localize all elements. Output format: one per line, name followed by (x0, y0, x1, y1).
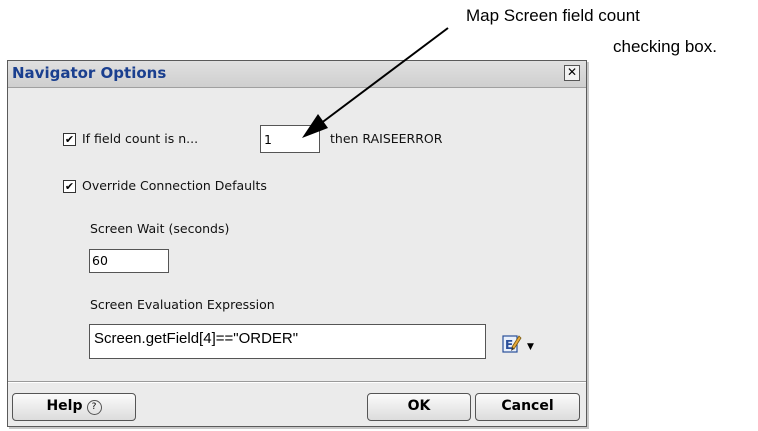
chevron-down-icon[interactable]: ▼ (527, 342, 534, 352)
button-bar-separator (8, 381, 586, 383)
screen-wait-input[interactable]: 60 (89, 249, 169, 273)
edit-expression-icon[interactable]: E (502, 333, 522, 353)
help-button-label: Help (46, 398, 83, 414)
ok-button[interactable]: OK (367, 393, 471, 421)
override-defaults-checkbox[interactable]: ✔ (63, 180, 76, 193)
override-defaults-label: Override Connection Defaults (82, 178, 267, 193)
dialog-title: Navigator Options (12, 64, 167, 82)
screen-eval-input[interactable]: Screen.getField[4]=="ORDER" (89, 324, 486, 359)
navigator-options-dialog: Navigator Options ✕ ✔ If field count is … (7, 60, 587, 427)
cancel-button[interactable]: Cancel (475, 393, 580, 421)
field-count-checkbox[interactable]: ✔ (63, 133, 76, 146)
screen-wait-label: Screen Wait (seconds) (90, 221, 230, 236)
close-button[interactable]: ✕ (564, 65, 580, 81)
then-raiseerror-label: then RAISEERROR (330, 131, 443, 146)
callout-line-1: Map Screen field count (466, 6, 640, 25)
field-count-label: If field count is n... (82, 131, 199, 146)
callout-line-2: checking box. (613, 37, 717, 56)
screen-eval-label: Screen Evaluation Expression (90, 297, 275, 312)
field-count-input[interactable]: 1 (260, 125, 320, 153)
help-icon: ? (86, 400, 102, 415)
title-bar: Navigator Options ✕ (8, 61, 586, 88)
help-button[interactable]: Help? (12, 393, 136, 421)
